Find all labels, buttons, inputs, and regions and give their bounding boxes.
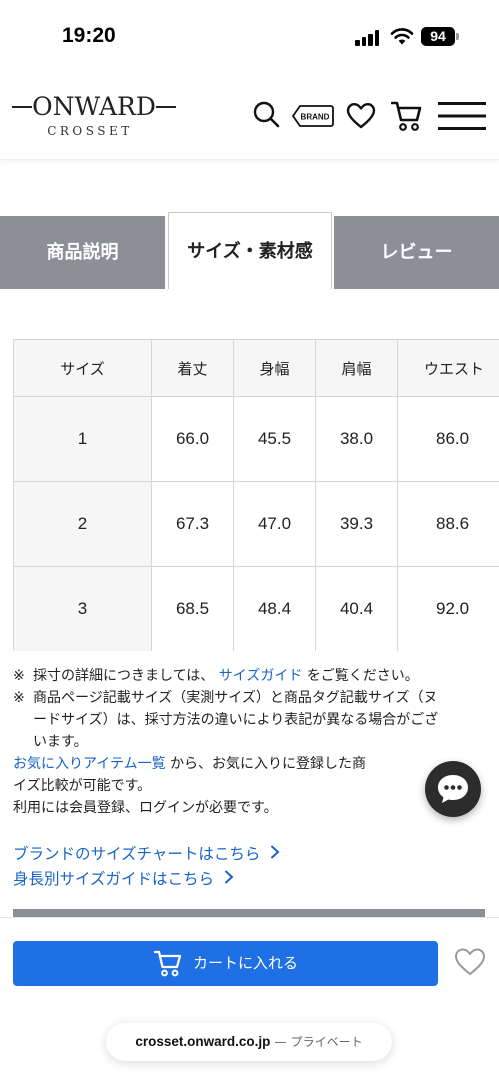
column-header: 着丈 bbox=[151, 339, 234, 397]
table-row: 2 67.3 47.0 39.3 88.6 bbox=[13, 481, 499, 567]
height-size-guide-link[interactable]: 身長別サイズガイドはこちら bbox=[13, 867, 234, 889]
favorites-note: お気に入りアイテム一覧 から、お気に入りに登録した商 bbox=[13, 753, 493, 775]
heart-icon[interactable] bbox=[346, 102, 376, 129]
height-size-guide-label: 身長別サイズガイドはこちら bbox=[13, 870, 215, 888]
table-row: 3 68.5 48.4 40.4 92.0 bbox=[13, 566, 499, 651]
table-cell: 39.3 bbox=[315, 481, 398, 567]
bottom-action-bar: カートに入れる crosset.onward.co.jp — プライベート bbox=[0, 917, 499, 1080]
size-table: サイズ 着丈 身幅 肩幅 ウエスト 1 66.0 45.5 38.0 86.0 … bbox=[13, 339, 499, 651]
favorite-heart-icon[interactable] bbox=[454, 947, 486, 977]
logo-sub-text: CROSSET bbox=[47, 124, 133, 138]
table-cell: 67.3 bbox=[151, 481, 234, 567]
site-header: ONWARD CROSSET BRAND bbox=[0, 70, 499, 160]
tab-review[interactable]: レビュー bbox=[334, 216, 499, 289]
table-cell: 88.6 bbox=[397, 481, 499, 567]
column-header: ウエスト bbox=[397, 339, 499, 397]
logo-main-text: ONWARD bbox=[32, 92, 156, 121]
membership-text: 利用には会員登録、ログインが必要です。 bbox=[13, 800, 278, 816]
cellular-signal-icon bbox=[355, 30, 383, 46]
brand-size-chart-link[interactable]: ブランドのサイズチャートはこちら bbox=[13, 842, 280, 864]
table-cell: 48.4 bbox=[233, 566, 316, 651]
chat-button[interactable] bbox=[425, 761, 481, 817]
favorites-text: イズ比較が可能です。 bbox=[13, 778, 152, 794]
private-mode-label: プライベート bbox=[290, 1035, 363, 1049]
note-mark: ※ bbox=[13, 668, 25, 684]
table-cell: 68.5 bbox=[151, 566, 234, 651]
table-header-row: サイズ 着丈 身幅 肩幅 ウエスト bbox=[13, 339, 499, 397]
url-separator: — bbox=[274, 1035, 287, 1049]
table-cell: 40.4 bbox=[315, 566, 398, 651]
favorites-text: から、お気に入りに登録した商 bbox=[170, 756, 367, 772]
cart-icon bbox=[154, 950, 182, 977]
note-text: 採寸の詳細につきましては、 bbox=[33, 668, 215, 684]
brand-icon[interactable]: BRAND bbox=[292, 104, 334, 128]
column-header: 肩幅 bbox=[315, 339, 398, 397]
add-to-cart-label: カートに入れる bbox=[193, 954, 299, 972]
table-cell: 92.0 bbox=[397, 566, 499, 651]
note-text: 商品ページ記載サイズ（実測サイズ）と商品タグ記載サイズ（ヌ bbox=[33, 690, 438, 706]
table-cell: 47.0 bbox=[233, 481, 316, 567]
size-guide-link[interactable]: サイズガイド bbox=[219, 668, 303, 684]
add-to-cart-button[interactable]: カートに入れる bbox=[13, 941, 438, 986]
note-text: います。 bbox=[33, 734, 88, 750]
note-mark: ※ bbox=[13, 690, 25, 706]
note-text: をご覧ください。 bbox=[306, 668, 419, 684]
column-header: 身幅 bbox=[233, 339, 316, 397]
url-host: crosset.onward.co.jp bbox=[135, 1034, 271, 1049]
favorites-list-link[interactable]: お気に入りアイテム一覧 bbox=[13, 756, 166, 772]
brand-icon-label: BRAND bbox=[301, 113, 330, 122]
table-cell: 66.0 bbox=[151, 396, 234, 482]
browser-url-bar[interactable]: crosset.onward.co.jp — プライベート bbox=[106, 1023, 392, 1061]
status-time: 19:20 bbox=[62, 24, 116, 47]
note-size-guide: ※ 採寸の詳細につきましては、 サイズガイド をご覧ください。 bbox=[13, 665, 493, 687]
table-cell: 38.0 bbox=[315, 396, 398, 482]
size-cell: 1 bbox=[13, 396, 152, 482]
tab-size-material[interactable]: サイズ・素材感 bbox=[168, 212, 332, 289]
note-size-difference: ※ 商品ページ記載サイズ（実測サイズ）と商品タグ記載サイズ（ヌ ードサイズ）は、… bbox=[13, 687, 493, 753]
onward-crosset-logo[interactable]: ONWARD CROSSET bbox=[12, 92, 176, 142]
table-cell: 86.0 bbox=[397, 396, 499, 482]
battery-tip bbox=[456, 33, 459, 40]
chat-bubble-icon bbox=[438, 775, 468, 803]
size-table-scroll[interactable]: サイズ 着丈 身幅 肩幅 ウエスト 1 66.0 45.5 38.0 86.0 … bbox=[13, 339, 499, 651]
table-cell: 45.5 bbox=[233, 396, 316, 482]
menu-icon[interactable] bbox=[438, 101, 486, 131]
table-row: 1 66.0 45.5 38.0 86.0 bbox=[13, 396, 499, 482]
size-notes: ※ 採寸の詳細につきましては、 サイズガイド をご覧ください。 ※ 商品ページ記… bbox=[13, 665, 493, 819]
product-tabs: 商品説明 サイズ・素材感 レビュー bbox=[0, 212, 499, 289]
battery-indicator: 94 bbox=[421, 27, 455, 46]
wifi-icon bbox=[390, 28, 414, 45]
column-header: サイズ bbox=[13, 339, 152, 397]
search-icon[interactable] bbox=[252, 100, 280, 128]
cart-icon[interactable] bbox=[391, 100, 423, 132]
chevron-right-icon bbox=[225, 870, 234, 884]
brand-size-chart-label: ブランドのサイズチャートはこちら bbox=[13, 845, 261, 863]
section-divider bbox=[13, 909, 485, 917]
size-cell: 2 bbox=[13, 481, 152, 567]
status-bar: 19:20 94 bbox=[0, 0, 499, 70]
size-cell: 3 bbox=[13, 566, 152, 651]
chevron-right-icon bbox=[271, 845, 280, 859]
tab-description[interactable]: 商品説明 bbox=[0, 216, 165, 289]
note-text: ードサイズ）は、採寸方法の違いにより表記が異なる場合がござ bbox=[33, 712, 439, 728]
